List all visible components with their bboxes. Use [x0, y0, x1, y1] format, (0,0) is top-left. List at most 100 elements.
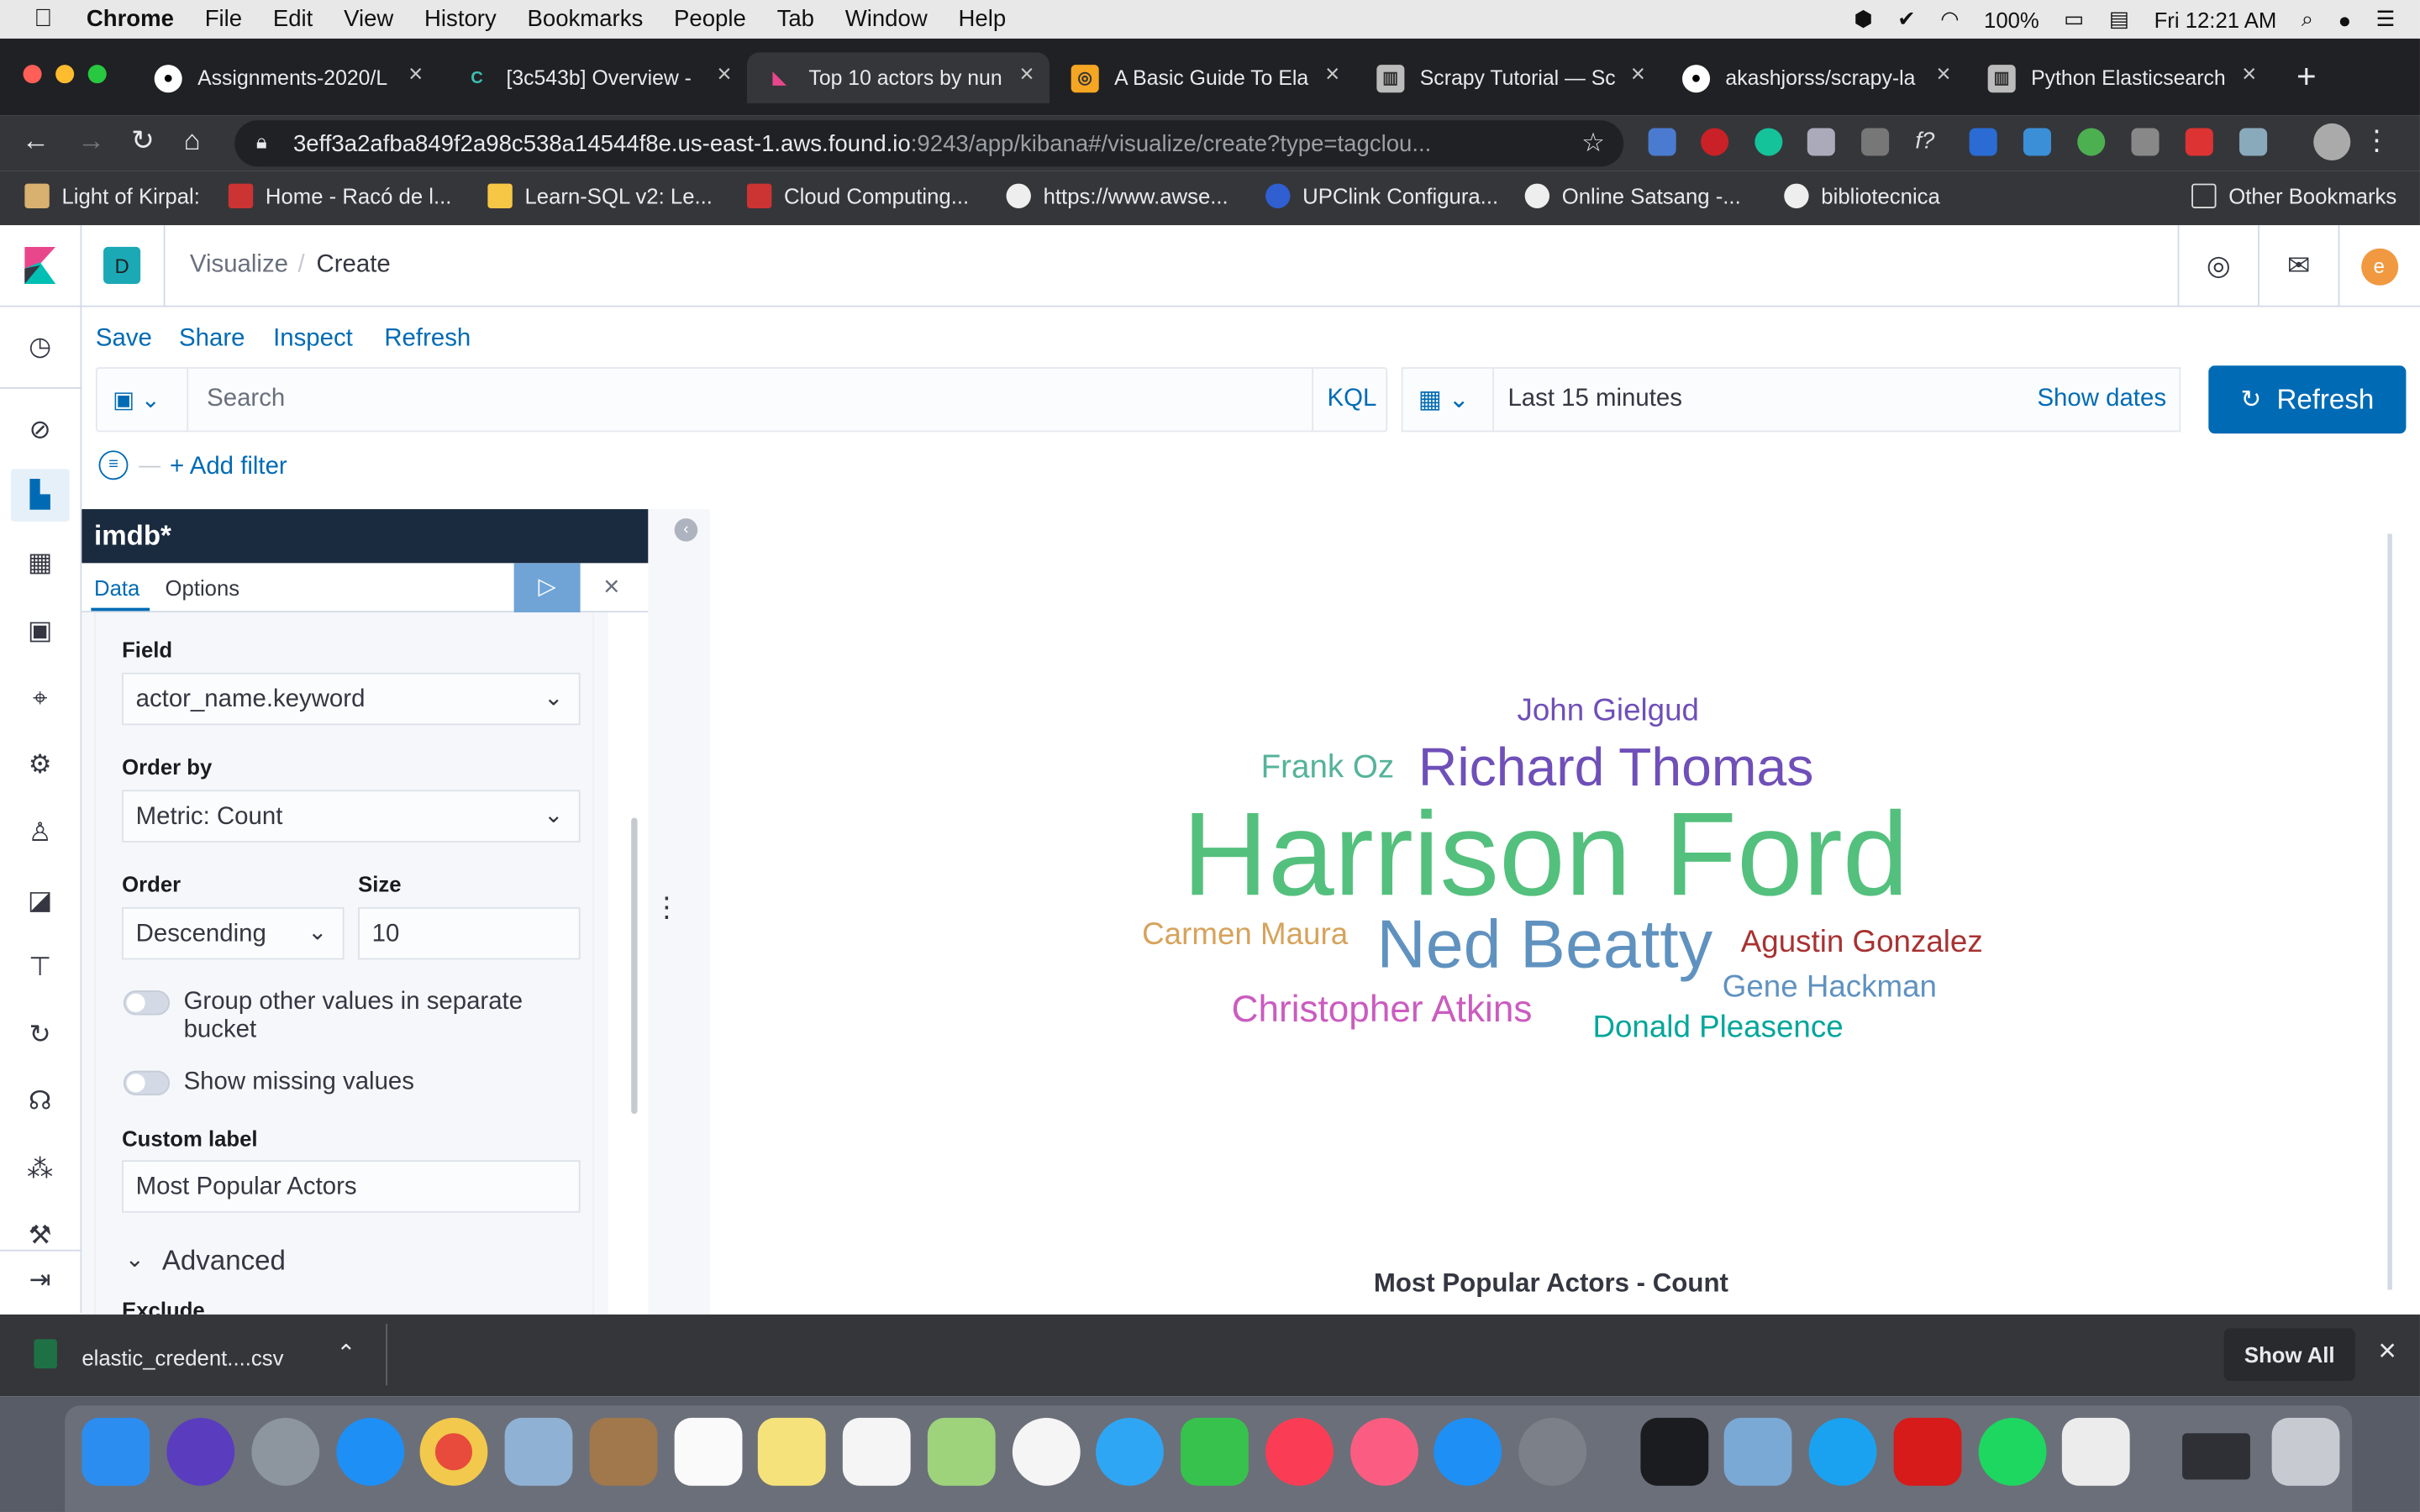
advanced-toggle[interactable]: Advanced — [162, 1245, 286, 1278]
new-tab-icon[interactable]: + — [2296, 57, 2317, 97]
field-select[interactable]: actor_name.keyword ⌄ — [122, 672, 581, 726]
logs-icon[interactable]: ◪ — [24, 885, 55, 916]
cloud-word[interactable]: Christopher Atkins — [1232, 991, 1533, 1029]
group-other-toggle[interactable] — [123, 990, 171, 1016]
close-tab-icon[interactable]: × — [408, 61, 423, 89]
forward-icon[interactable]: → — [77, 125, 105, 158]
newsfeed-mail-icon[interactable]: ✉ — [2258, 225, 2338, 307]
safari-icon[interactable] — [336, 1417, 405, 1486]
lock-icon[interactable]: 🔒︎ — [256, 129, 267, 154]
address-bar[interactable]: 🔒︎ 3eff3a2afba849f2a98c538a14544f8e.us-e… — [234, 120, 1624, 167]
bookmark-item[interactable]: Home - Racó de l... — [228, 183, 451, 208]
menu-help[interactable]: Help — [958, 6, 1006, 32]
cloud-word[interactable]: Donald Pleasence — [1592, 1012, 1843, 1043]
menu-tab[interactable]: Tab — [777, 6, 814, 32]
time-range[interactable]: Last 15 minutes — [1507, 386, 1681, 413]
space-avatar[interactable]: D — [103, 246, 141, 284]
cloud-word[interactable]: John Gielgud — [1517, 696, 1699, 727]
adblock-icon[interactable] — [1701, 128, 1729, 156]
browser-tab-active[interactable]: ◣ Top 10 actors by nun × — [746, 52, 1050, 104]
show-dates-link[interactable]: Show dates — [2037, 386, 2166, 413]
size-input[interactable]: 10 — [358, 906, 581, 960]
help-icon[interactable]: ◎ — [2177, 225, 2259, 307]
app-store-icon[interactable] — [1434, 1417, 1502, 1486]
vis-scrollbar[interactable] — [2387, 533, 2392, 1290]
browser-tab[interactable]: ● Assignments-2020/L × — [136, 52, 439, 103]
photos-icon[interactable] — [1012, 1417, 1081, 1486]
siri-icon[interactable]: ● — [2338, 7, 2352, 31]
dev-tools-wrench-icon[interactable]: ⚒ — [24, 1221, 55, 1252]
refresh-button[interactable]: ↻ Refresh — [2208, 365, 2407, 434]
show-all-downloads-button[interactable]: Show All — [2223, 1328, 2355, 1381]
close-tab-icon[interactable]: × — [1019, 61, 1034, 89]
clock[interactable]: Fri 12:21 AM — [2154, 7, 2277, 31]
menu-file[interactable]: File — [205, 6, 242, 32]
cloud-word[interactable]: Agustin Gonzalez — [1741, 927, 1983, 958]
search-input[interactable]: Search — [207, 386, 285, 413]
browser-tab[interactable]: ● akashjorss/scrapy-la × — [1664, 52, 1966, 103]
menu-edit[interactable]: Edit — [273, 6, 313, 32]
window-minimize-button[interactable] — [55, 65, 75, 84]
apply-changes-play-button[interactable]: ▷ — [513, 563, 581, 613]
grammarly-icon[interactable] — [1754, 128, 1783, 156]
order-select[interactable]: Descending ⌄ — [122, 906, 345, 960]
apm-icon[interactable]: ⊤ — [24, 952, 55, 983]
extension-icon[interactable] — [1648, 128, 1676, 156]
browser-tab[interactable]: ▥ Scrapy Tutorial — Sc × — [1358, 52, 1660, 103]
acrobat-icon[interactable] — [1893, 1417, 1962, 1486]
filter-options-icon[interactable]: ≡ — [98, 450, 129, 480]
calendar-icon[interactable]: ▦ ⌄ — [1418, 384, 1470, 415]
notes-icon[interactable] — [757, 1417, 826, 1486]
skype-icon[interactable] — [1808, 1417, 1877, 1486]
bookmark-star-icon[interactable]: ☆ — [1581, 128, 1605, 159]
bookmark-item[interactable]: Cloud Computing... — [746, 183, 969, 208]
battery-percent[interactable]: 100% — [1984, 7, 2039, 31]
tab-data[interactable]: Data — [94, 575, 139, 600]
browser-tab[interactable]: ▥ Python Elasticsearch × — [1970, 52, 2272, 103]
window-zoom-button[interactable] — [87, 65, 107, 84]
inspect-link[interactable]: Inspect — [273, 326, 353, 354]
close-tab-icon[interactable]: × — [1631, 61, 1645, 89]
apple-icon[interactable]:  — [34, 5, 52, 33]
advanced-chevron-icon[interactable]: ⌄ — [125, 1245, 145, 1273]
mail-icon[interactable] — [504, 1417, 573, 1486]
menu-history[interactable]: History — [424, 6, 497, 32]
more-menu-icon[interactable]: ⋮ — [2363, 125, 2391, 158]
spotlight-search-icon[interactable]: ⌕ — [2302, 6, 2313, 32]
save-link[interactable]: Save — [96, 326, 152, 354]
kibana-logo-icon[interactable] — [22, 246, 59, 284]
menu-window[interactable]: Window — [845, 6, 928, 32]
messages-icon[interactable] — [1096, 1417, 1164, 1486]
back-icon[interactable]: ← — [22, 125, 50, 158]
launchpad-icon[interactable] — [251, 1417, 320, 1486]
menu-bookmarks[interactable]: Bookmarks — [527, 6, 643, 32]
search-extension-icon[interactable] — [2239, 128, 2268, 156]
cloud-word[interactable]: Richard Thomas — [1418, 741, 1813, 795]
share-link[interactable]: Share — [179, 326, 245, 354]
reminders-icon[interactable] — [842, 1417, 911, 1486]
contacts-icon[interactable] — [589, 1417, 658, 1486]
extension-icon[interactable] — [1807, 128, 1835, 156]
close-tab-icon[interactable]: × — [1936, 61, 1950, 89]
extension-icon[interactable] — [2077, 128, 2106, 156]
status-app-icon[interactable]: ⬢ — [1854, 6, 1872, 32]
function-icon[interactable]: f? — [1915, 128, 1943, 155]
bookmark-item[interactable]: Learn-SQL v2: Le... — [487, 183, 713, 208]
bookmark-item[interactable]: bibliotecnica — [1784, 183, 1940, 208]
flag-icon[interactable]: ▤ — [2109, 6, 2129, 32]
refresh-link[interactable]: Refresh — [384, 326, 471, 354]
user-avatar[interactable]: e — [2360, 247, 2398, 285]
preview-icon[interactable] — [1723, 1417, 1792, 1486]
saved-query-icon[interactable]: ▣ ⌄ — [113, 386, 160, 413]
custom-label-input[interactable]: Most Popular Actors — [122, 1160, 581, 1213]
browser-tab[interactable]: ◎ A Basic Guide To Ela × — [1053, 52, 1355, 103]
order-by-select[interactable]: Metric: Count ⌄ — [122, 790, 581, 843]
siri-icon[interactable] — [166, 1417, 235, 1486]
reload-icon[interactable]: ↻ — [131, 125, 155, 158]
breadcrumb-visualize[interactable]: Visualize — [190, 251, 288, 279]
wifi-icon[interactable]: ◠ — [1940, 6, 1959, 32]
extension-icon[interactable] — [1969, 128, 1997, 156]
maps-icon[interactable] — [927, 1417, 996, 1486]
cloud-word[interactable]: Carmen Maura — [1142, 920, 1348, 951]
panel-scrollbar[interactable] — [631, 817, 638, 1115]
